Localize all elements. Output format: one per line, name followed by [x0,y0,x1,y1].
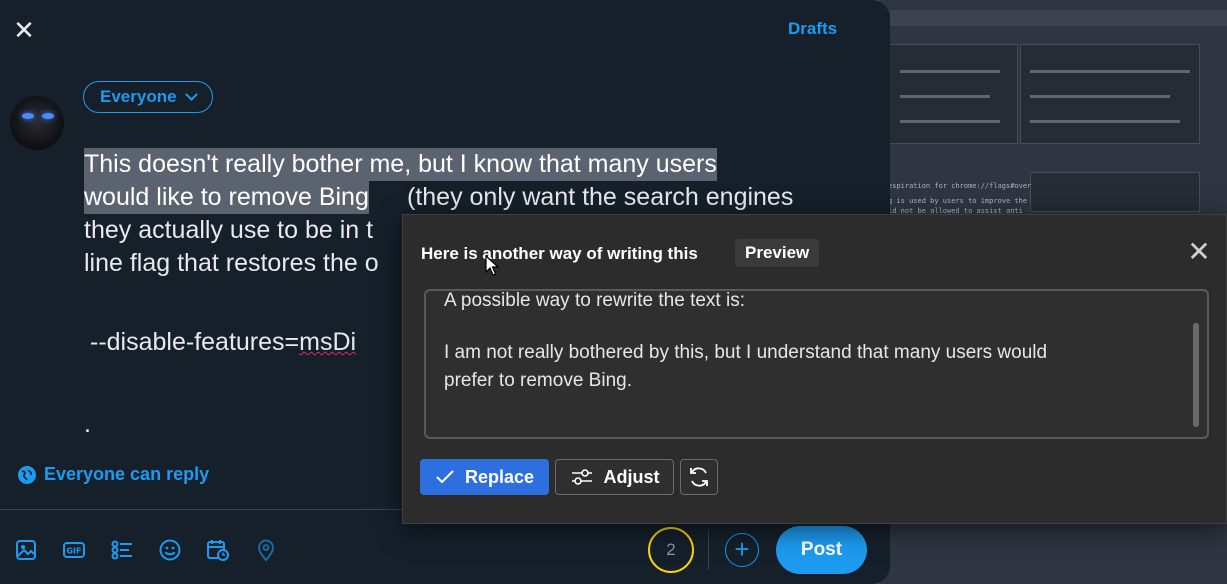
background-line [1030,120,1180,123]
background-popup [1030,172,1200,212]
result-intro: A possible way to rewrite the text is: [444,290,745,311]
result-text-line: prefer to remove Bing. [444,370,632,391]
tweet-text-line[interactable]: line flag that restores the o [84,247,379,280]
character-counter: 2 [648,527,694,573]
audience-selector[interactable]: Everyone [83,81,213,113]
flag-prefix: --disable-features= [90,328,300,356]
background-text: g is used by users to improve the [888,197,1028,205]
avatar-eye [22,113,34,119]
toolbar-separator [708,530,709,570]
result-text-line: I am not really bothered by this, but I … [444,342,1048,363]
sliders-icon [571,469,592,485]
rewrite-popup: Here is another way of writing this Prev… [402,214,1227,524]
background-line [900,95,990,98]
post-button[interactable]: Post [776,526,867,574]
background-tabbar [890,10,1227,26]
checkmark-icon [436,470,454,484]
globe-icon [18,465,36,484]
location-icon[interactable] [254,536,302,564]
image-icon[interactable] [14,536,62,564]
drafts-button[interactable]: Drafts [788,19,837,39]
scrollbar[interactable] [1193,323,1199,427]
close-icon[interactable]: ✕ [12,17,36,43]
spellcheck-underlined-text: msDi [299,328,357,356]
avatar[interactable] [10,96,64,150]
refresh-icon [690,467,708,487]
replace-button[interactable]: Replace [420,459,549,495]
reply-setting-button[interactable]: Everyone can reply [18,464,209,485]
replace-label: Replace [464,466,535,487]
reply-setting-label: Everyone can reply [44,464,210,484]
tweet-text-line[interactable]: (they only want the search engines [407,181,793,214]
background-line [900,120,1000,123]
background-panel-left [888,44,1018,144]
tweet-text-line[interactable]: they actually use to be in t [84,214,373,247]
chevron-down-icon [184,88,198,101]
popup-title: Here is another way of writing this [421,244,698,263]
close-icon[interactable]: ✕ [1187,238,1211,266]
background-line [900,70,1000,73]
regenerate-button[interactable] [680,459,718,495]
background-line [1030,70,1190,73]
tweet-text-line[interactable]: would like to remove Bing [84,181,369,214]
compose-toolbar: GIF [14,536,302,564]
avatar-eye [42,113,54,119]
mouse-cursor-icon [485,255,499,276]
tweet-text-line[interactable]: This doesn't really bother me, but I kno… [84,148,717,181]
tweet-flag-line[interactable]: --disable-features=msDi [90,326,356,359]
poll-icon[interactable] [110,536,158,564]
audience-label: Everyone [100,87,177,106]
background-line [1030,95,1170,98]
svg-text:GIF: GIF [66,547,81,556]
background-panel-right [1020,44,1200,144]
schedule-icon[interactable] [206,536,254,564]
adjust-label: Adjust [603,466,660,487]
tweet-text-line[interactable]: . [84,408,91,441]
add-post-button[interactable]: + [725,533,759,567]
gif-icon[interactable]: GIF [62,536,110,564]
adjust-button[interactable]: Adjust [555,459,674,495]
rewrite-result-box[interactable]: A possible way to rewrite the text is: I… [424,289,1209,439]
preview-badge: Preview [735,239,820,267]
emoji-icon[interactable] [158,536,206,564]
background-text: espiration for chrome://flags#over [888,182,1032,190]
